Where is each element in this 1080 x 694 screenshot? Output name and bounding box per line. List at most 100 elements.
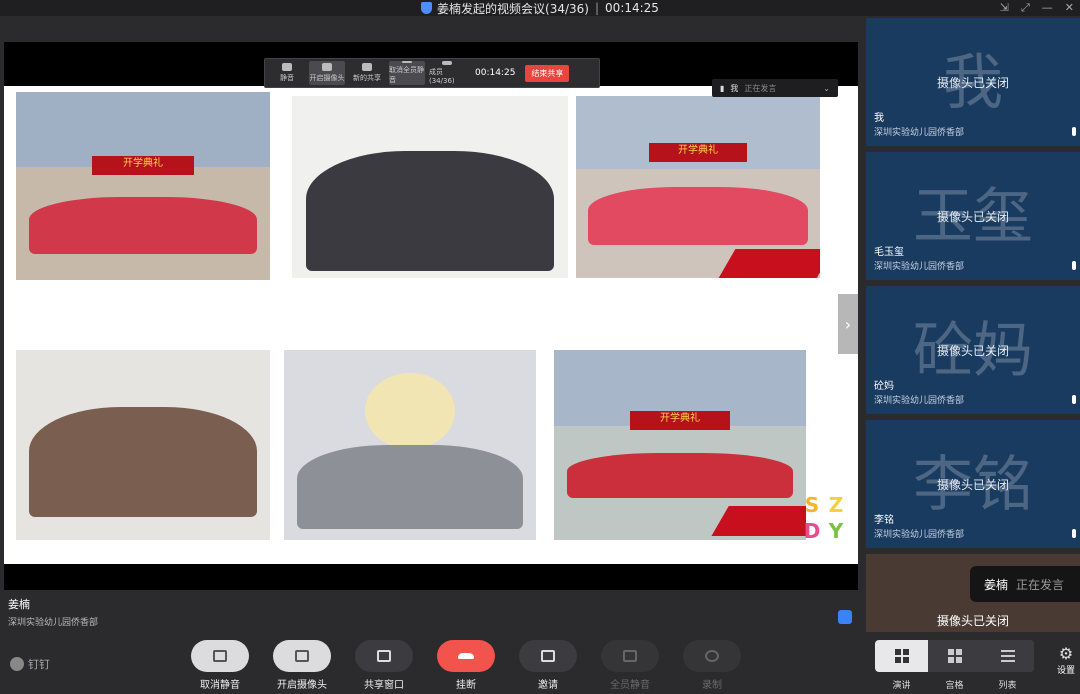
mute-all-button[interactable]: 全员静音 — [600, 640, 660, 691]
participant-name: 李铭 — [874, 515, 894, 526]
new-share-button[interactable]: 新的共享 — [349, 61, 385, 85]
camera-status: 摄像头已关闭 — [936, 76, 1009, 90]
invite-pill — [519, 640, 577, 672]
speaking-badge: 姜楠 正在发言 — [970, 566, 1080, 602]
grid-view-icon — [947, 649, 962, 663]
participant-sidebar: 我 摄像头已关闭 我 深圳实验幼儿园侨香部 玉玺 摄像头已关闭 毛玉玺 深圳实验… — [862, 16, 1080, 632]
participant-tile[interactable]: 玉玺 摄像头已关闭 毛玉玺 深圳实验幼儿园侨香部 — [866, 152, 1080, 280]
phone-hangup-icon — [458, 653, 474, 659]
dingtalk-logo-icon — [10, 657, 24, 671]
hangup-label: 挂断 — [456, 680, 476, 691]
camera-status: 摄像头已关闭 — [936, 614, 1009, 628]
record-button[interactable]: 录制 — [682, 640, 742, 691]
share-camera-label: 开启摄像头 — [309, 74, 345, 82]
window-controls: ⇲ ⤢ — ✕ — [1000, 1, 1074, 15]
unmute-button[interactable]: 取消静音 — [190, 640, 250, 691]
unmute-all-button[interactable]: 取消全员静音 — [389, 61, 425, 85]
record-label: 录制 — [702, 680, 722, 691]
camera-icon — [322, 63, 332, 71]
speaking-indicator[interactable]: ▮ 我 正在发言 ⌄ — [712, 79, 838, 97]
logo-letter: D — [803, 519, 821, 543]
participant-org: 深圳实验幼儿园侨香部 — [874, 396, 965, 406]
close-icon[interactable]: ✕ — [1065, 1, 1074, 15]
share-mute-button[interactable]: 静音 — [269, 61, 305, 85]
camera-pill — [273, 640, 331, 672]
share-label: 共享窗口 — [364, 680, 404, 691]
title-bar: 姜楠发起的视频会议(34/36) | 00:14:25 ⇲ ⤢ — ✕ — [0, 0, 1080, 16]
fullscreen-icon[interactable]: ⤢ — [1021, 1, 1030, 15]
signal-icon: ▮ — [720, 83, 725, 93]
view-speaker-label: 演讲 — [892, 681, 911, 691]
mic-icon — [1072, 529, 1076, 538]
share-mute-label: 静音 — [280, 74, 294, 82]
mic-off-icon — [213, 650, 227, 662]
hangup-button[interactable]: 挂断 — [436, 640, 496, 691]
settings-button[interactable]: ⚙ 设置 — [1052, 644, 1080, 676]
new-share-label: 新的共享 — [353, 74, 381, 82]
shared-slide: 开学典礼 开学典礼 开学典礼 — [4, 86, 858, 564]
logo-letter: S — [804, 493, 820, 517]
share-timer: 00:14:25 — [475, 68, 516, 78]
camera-label: 开启摄像头 — [277, 680, 327, 691]
record-icon — [705, 650, 719, 662]
participant-name: 砼妈 — [874, 381, 894, 392]
participant-tile[interactable]: 砼妈 摄像头已关闭 砼妈 深圳实验幼儿园侨香部 — [866, 286, 1080, 414]
mic-icon — [1072, 261, 1076, 270]
screen-icon — [362, 63, 372, 71]
view-speaker-button[interactable] — [875, 640, 928, 672]
screen-share-icon — [838, 610, 852, 624]
participant-tile[interactable]: 李铭 摄像头已关闭 李铭 深圳实验幼儿园侨香部 — [866, 420, 1080, 548]
share-camera-button[interactable]: 开启摄像头 — [309, 61, 345, 85]
logo-letter: Y — [828, 519, 844, 543]
photo-banner: 开学典礼 — [92, 155, 194, 175]
photo-teachers-1 — [292, 96, 568, 278]
participant-org: 深圳实验幼儿园侨香部 — [874, 262, 965, 272]
view-list-button[interactable] — [981, 640, 1034, 672]
view-mode-labels: 演讲 宫格 列表 — [875, 678, 1035, 691]
share-pill — [355, 640, 413, 672]
school-logo: SZ DY — [800, 492, 852, 548]
camera-status: 摄像头已关闭 — [936, 344, 1009, 358]
unmute-label: 取消静音 — [200, 680, 240, 691]
gear-icon: ⚙ — [1058, 644, 1074, 663]
logo-letter: Z — [828, 493, 844, 517]
participant-tile[interactable]: 我 摄像头已关闭 我 深圳实验幼儿园侨香部 — [866, 18, 1080, 146]
photo-teachers-2 — [16, 350, 270, 540]
view-mode-switch — [875, 640, 1035, 672]
unmute-pill — [191, 640, 249, 672]
shield-icon — [421, 2, 433, 14]
unmute-all-label: 取消全员静音 — [389, 66, 424, 84]
photo-banner: 开学典礼 — [649, 143, 747, 162]
minimize-icon[interactable]: — — [1042, 1, 1053, 15]
screen-icon — [377, 650, 391, 662]
settings-label: 设置 — [1056, 666, 1075, 676]
mute-all-pill — [601, 640, 659, 672]
photo-moon-class — [284, 350, 536, 540]
camera-off-icon — [295, 650, 309, 662]
share-window-button[interactable]: 共享窗口 — [354, 640, 414, 691]
speaking-badge-name: 姜楠 — [984, 577, 1009, 592]
mic-icon — [282, 63, 292, 71]
presenter-info: 姜楠 深圳实验幼儿园侨香部 — [8, 596, 98, 628]
record-pill — [683, 640, 741, 672]
speaking-badge-status: 正在发言 — [1016, 577, 1065, 592]
presenter-name: 姜楠 — [8, 598, 30, 611]
meeting-title: 姜楠发起的视频会议(34/36) — [437, 1, 589, 16]
chevron-down-icon: ⌄ — [823, 83, 830, 93]
next-page-arrow[interactable]: › — [838, 294, 858, 354]
photo-ceremony-1: 开学典礼 — [16, 92, 270, 280]
stop-share-button[interactable]: 结束共享 — [525, 64, 570, 82]
invite-label: 邀请 — [538, 680, 558, 691]
view-grid-button[interactable] — [928, 640, 981, 672]
title-separator: | — [595, 1, 600, 15]
hangup-pill — [437, 640, 495, 672]
restore-icon[interactable]: ⇲ — [1000, 1, 1009, 15]
participant-name: 毛玉玺 — [874, 247, 904, 258]
invite-button[interactable]: 邀请 — [518, 640, 578, 691]
camera-button[interactable]: 开启摄像头 — [272, 640, 332, 691]
participant-org: 深圳实验幼儿园侨香部 — [874, 128, 965, 138]
camera-status: 摄像头已关闭 — [936, 478, 1009, 492]
participant-org: 深圳实验幼儿园侨香部 — [874, 530, 965, 540]
mic-icon — [1072, 127, 1076, 136]
members-button[interactable]: 成员(34/36) — [429, 61, 465, 85]
